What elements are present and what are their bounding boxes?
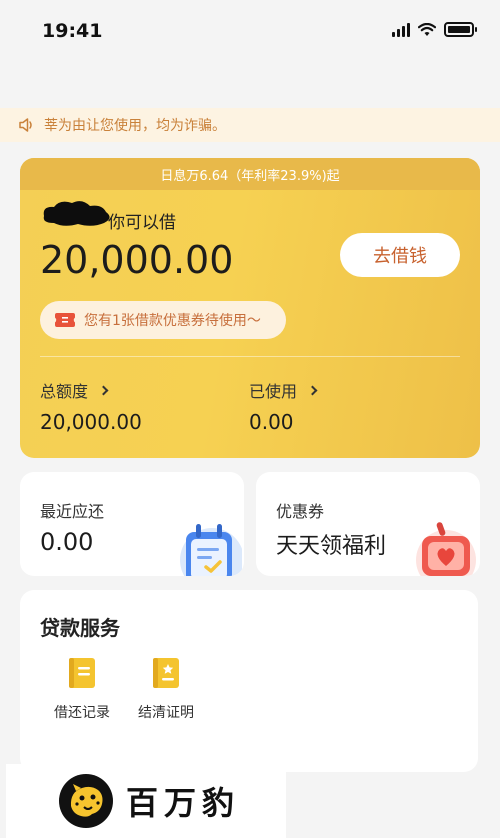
speaker-icon [19,118,32,132]
watermark: 百万豹 [6,764,286,838]
battery-icon [444,22,477,37]
borrow-button[interactable]: 去借钱 [340,233,460,277]
coupons-card[interactable]: 优惠券 天天领福利 [256,472,480,576]
coupon-ticket-icon [55,313,75,327]
gift-sign-icon [416,522,476,576]
borrow-label: 你可以借 [108,213,176,233]
recent-repayment-card[interactable]: 最近应还 0.00 [20,472,244,576]
notice-text: 莘为由让您使用，均为诈骗。 [44,118,226,134]
document-icon [69,658,95,688]
chevron-right-icon [98,385,109,395]
recent-repayment-value: 0.00 [40,528,94,556]
total-credit-label: 总额度 [40,382,89,401]
certificate-icon [153,658,179,688]
coupons-value: 天天领福利 [276,534,387,559]
loan-services-card: 贷款服务 借还记录 结清证明 [20,590,478,772]
recent-repayment-title: 最近应还 [40,502,105,521]
service-item-borrow-records[interactable]: 借还记录 [42,656,122,722]
used-credit-value: 0.00 [249,410,294,434]
total-credit[interactable]: 总额度 20,000.00 [40,378,142,434]
watermark-text: 百万豹 [126,784,241,822]
coupon-text: 您有1张借款优惠券待使用～ [84,313,261,329]
service-item-settlement-certificate[interactable]: 结清证明 [126,656,206,722]
card-divider [40,356,460,357]
redacted-mark [43,201,110,226]
chevron-right-icon [307,385,318,395]
service-label-settlement-certificate: 结清证明 [138,705,194,721]
notice-bar[interactable]: 莘为由让您使用，均为诈骗。 [0,108,500,142]
status-icons [392,22,477,37]
wifi-icon [418,22,436,36]
total-credit-value: 20,000.00 [40,410,142,434]
loan-services-title: 贷款服务 [40,616,120,640]
used-credit[interactable]: 已使用 0.00 [249,378,318,434]
interest-rate-banner: 日息万6.64（年利率23.9%)起 [20,158,480,190]
loan-card: 日息万6.64（年利率23.9%)起 你可以借 20,000.00 去借钱 您有… [20,158,480,458]
calendar-icon [180,524,242,576]
used-credit-label: 已使用 [249,382,298,401]
coupon-reminder[interactable]: 您有1张借款优惠券待使用～ [40,301,286,339]
status-bar: 19:41 [0,0,500,64]
leopard-logo-icon [59,774,113,828]
coupons-title: 优惠券 [276,502,325,521]
service-label-borrow-records: 借还记录 [54,705,110,721]
available-amount: 20,000.00 [40,238,234,282]
signal-icon [392,22,410,37]
status-time: 19:41 [42,20,103,42]
